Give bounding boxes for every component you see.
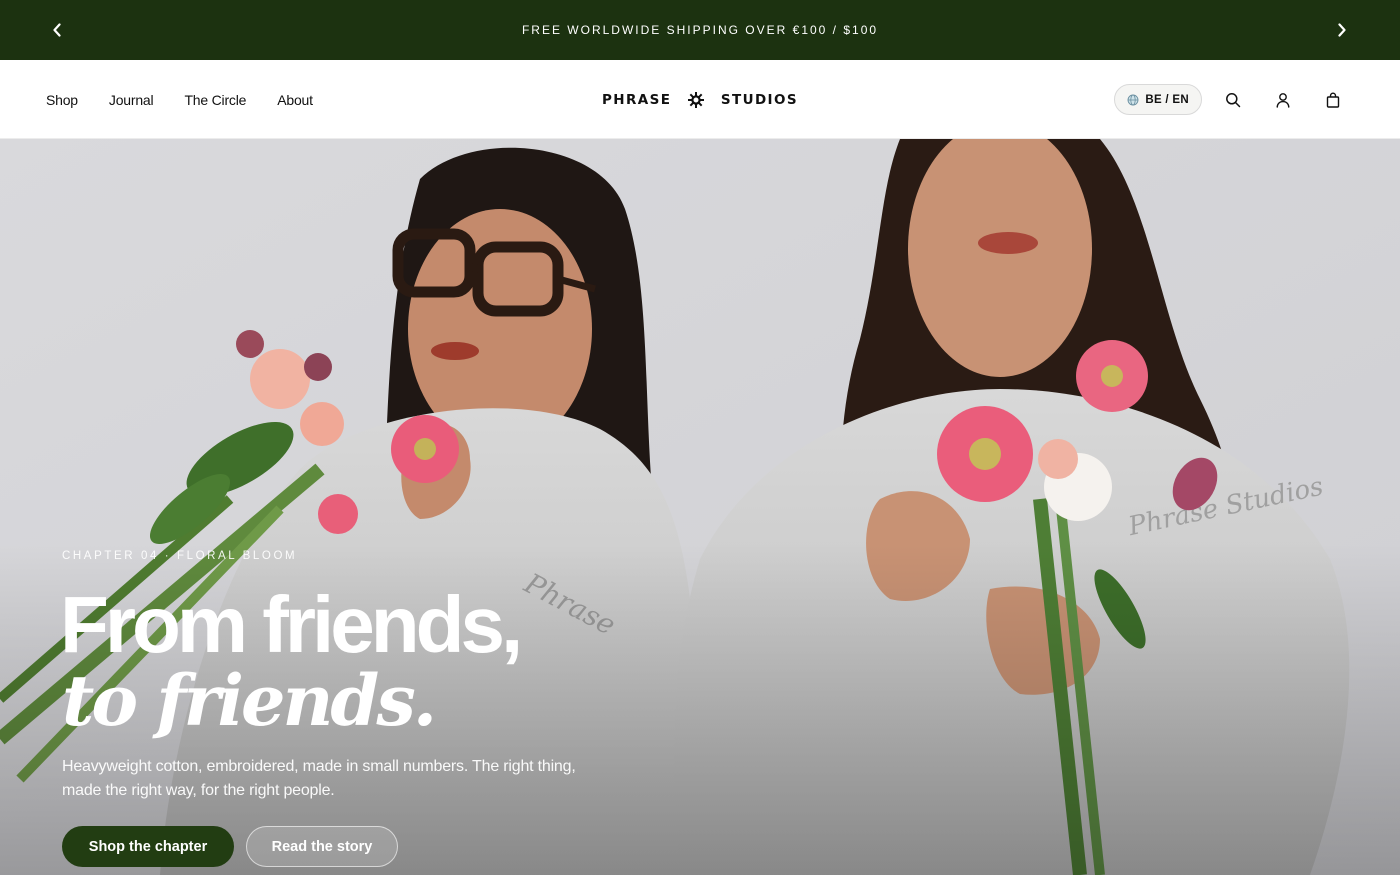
announcement-prev-button[interactable]	[45, 18, 69, 42]
announcement-next-button[interactable]	[1330, 18, 1354, 42]
search-button[interactable]	[1222, 89, 1244, 111]
hero-eyebrow: CHAPTER 04 · FLORAL BLOOM	[62, 550, 298, 562]
hero-content: CHAPTER 04 · FLORAL BLOOM From friends, …	[60, 139, 762, 875]
header-actions: BE / EN	[1114, 60, 1344, 139]
locale-selector[interactable]: BE / EN	[1114, 84, 1202, 115]
announcement-text: FREE WORLDWIDE SHIPPING OVER €100 / $100	[521, 23, 879, 37]
nav-the-circle[interactable]: The Circle	[184, 92, 246, 108]
nav-about[interactable]: About	[277, 92, 313, 108]
sun-gear-icon	[688, 91, 705, 108]
hero-subcopy: Heavyweight cotton, embroidered, made in…	[62, 758, 576, 799]
account-button[interactable]	[1272, 89, 1294, 111]
hero-headline-line-1: From friends,	[60, 580, 523, 669]
announcement-bar: FREE WORLDWIDE SHIPPING OVER €100 / $100	[0, 0, 1400, 60]
brand-logo[interactable]: PHRASE STUDIOS	[602, 60, 798, 139]
main-nav: Shop Journal The Circle About	[46, 60, 313, 139]
chevron-right-icon	[1338, 23, 1346, 37]
logo-word-right: STUDIOS	[720, 91, 798, 108]
shop-the-chapter-button[interactable]: Shop the chapter	[62, 826, 234, 867]
chevron-left-icon	[53, 23, 61, 37]
hero-headline-line-2: to friends.	[62, 659, 437, 742]
read-the-story-button[interactable]: Read the story	[246, 826, 398, 867]
site-header: Shop Journal The Circle About PHRASE STU…	[0, 60, 1400, 139]
logo-word-left: PHRASE	[602, 91, 672, 108]
nav-shop[interactable]: Shop	[46, 92, 78, 108]
globe-icon	[1127, 94, 1139, 105]
locale-label: BE / EN	[1145, 93, 1189, 106]
cart-button[interactable]	[1322, 89, 1344, 111]
hero-section: Phrase Phrase Studios	[0, 139, 1400, 875]
search-icon	[1226, 92, 1241, 107]
nav-journal[interactable]: Journal	[109, 92, 154, 108]
account-icon	[1276, 92, 1290, 108]
bag-icon	[1326, 91, 1340, 108]
